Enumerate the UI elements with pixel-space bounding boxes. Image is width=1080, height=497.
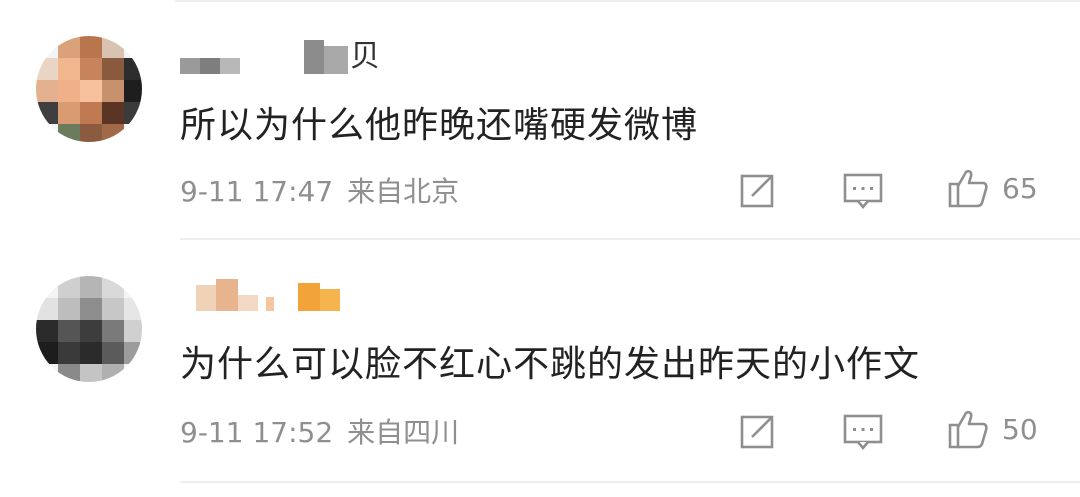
comment-text: 所以为什么他昨晚还嘴硬发微博 (180, 105, 699, 146)
comment-icon (843, 173, 883, 210)
share-button[interactable] (738, 411, 778, 451)
reply-button[interactable] (842, 170, 884, 210)
location: 来自北京 (347, 175, 460, 208)
like-count: 65 (1002, 171, 1038, 205)
like-button[interactable]: 65 (946, 168, 1038, 208)
share-icon (740, 413, 776, 449)
comment-item: 贝 所以为什么他昨晚还嘴硬发微博 9-11 17:47 来自北京 65 (0, 0, 1080, 240)
username-suffix: 贝 (350, 39, 380, 74)
timestamp: 9-11 17:52 (180, 416, 334, 449)
thumbs-up-icon (948, 410, 988, 449)
username[interactable]: 贝 (180, 40, 400, 74)
divider (180, 481, 1080, 483)
thumbs-up-icon (948, 169, 988, 208)
comment-icon (843, 414, 883, 451)
avatar[interactable] (36, 276, 142, 382)
comment-meta: 9-11 17:52 来自四川 (180, 411, 459, 451)
like-button[interactable]: 50 (946, 409, 1038, 449)
reply-button[interactable] (842, 411, 884, 451)
timestamp: 9-11 17:47 (180, 175, 334, 208)
share-button[interactable] (738, 170, 778, 210)
comment-text: 为什么可以脸不红心不跳的发出昨天的小作文 (180, 344, 921, 385)
comment-meta: 9-11 17:47 来自北京 (180, 170, 459, 210)
share-icon (740, 172, 776, 208)
divider (180, 238, 1080, 240)
like-count: 50 (1002, 412, 1038, 446)
comment-item: 为什么可以脸不红心不跳的发出昨天的小作文 9-11 17:52 来自四川 50 (0, 241, 1080, 497)
username[interactable] (180, 279, 360, 313)
avatar[interactable] (36, 36, 142, 142)
location: 来自四川 (347, 416, 460, 449)
